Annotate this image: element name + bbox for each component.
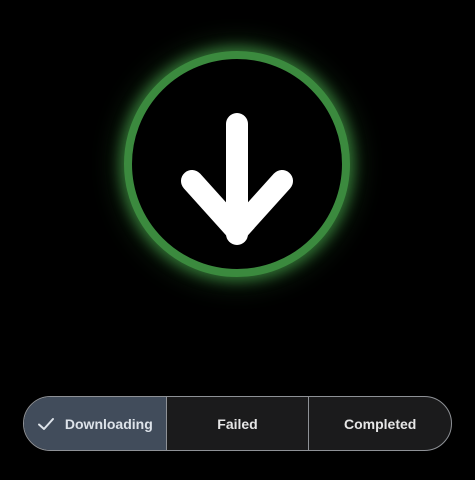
segment-failed-label: Failed — [217, 415, 258, 432]
download-filter-segmented-control: Downloading Failed Completed — [23, 396, 452, 451]
segment-downloading-label: Downloading — [64, 415, 153, 432]
download-status-ring — [124, 51, 350, 277]
check-icon — [37, 417, 54, 430]
segment-completed-label: Completed — [344, 415, 417, 432]
download-status-screen: Downloading Failed Completed — [0, 0, 475, 480]
download-arrow-icon — [181, 113, 293, 245]
segment-downloading[interactable]: Downloading — [24, 397, 166, 450]
segment-failed[interactable]: Failed — [165, 397, 309, 450]
segment-completed[interactable]: Completed — [308, 397, 451, 450]
